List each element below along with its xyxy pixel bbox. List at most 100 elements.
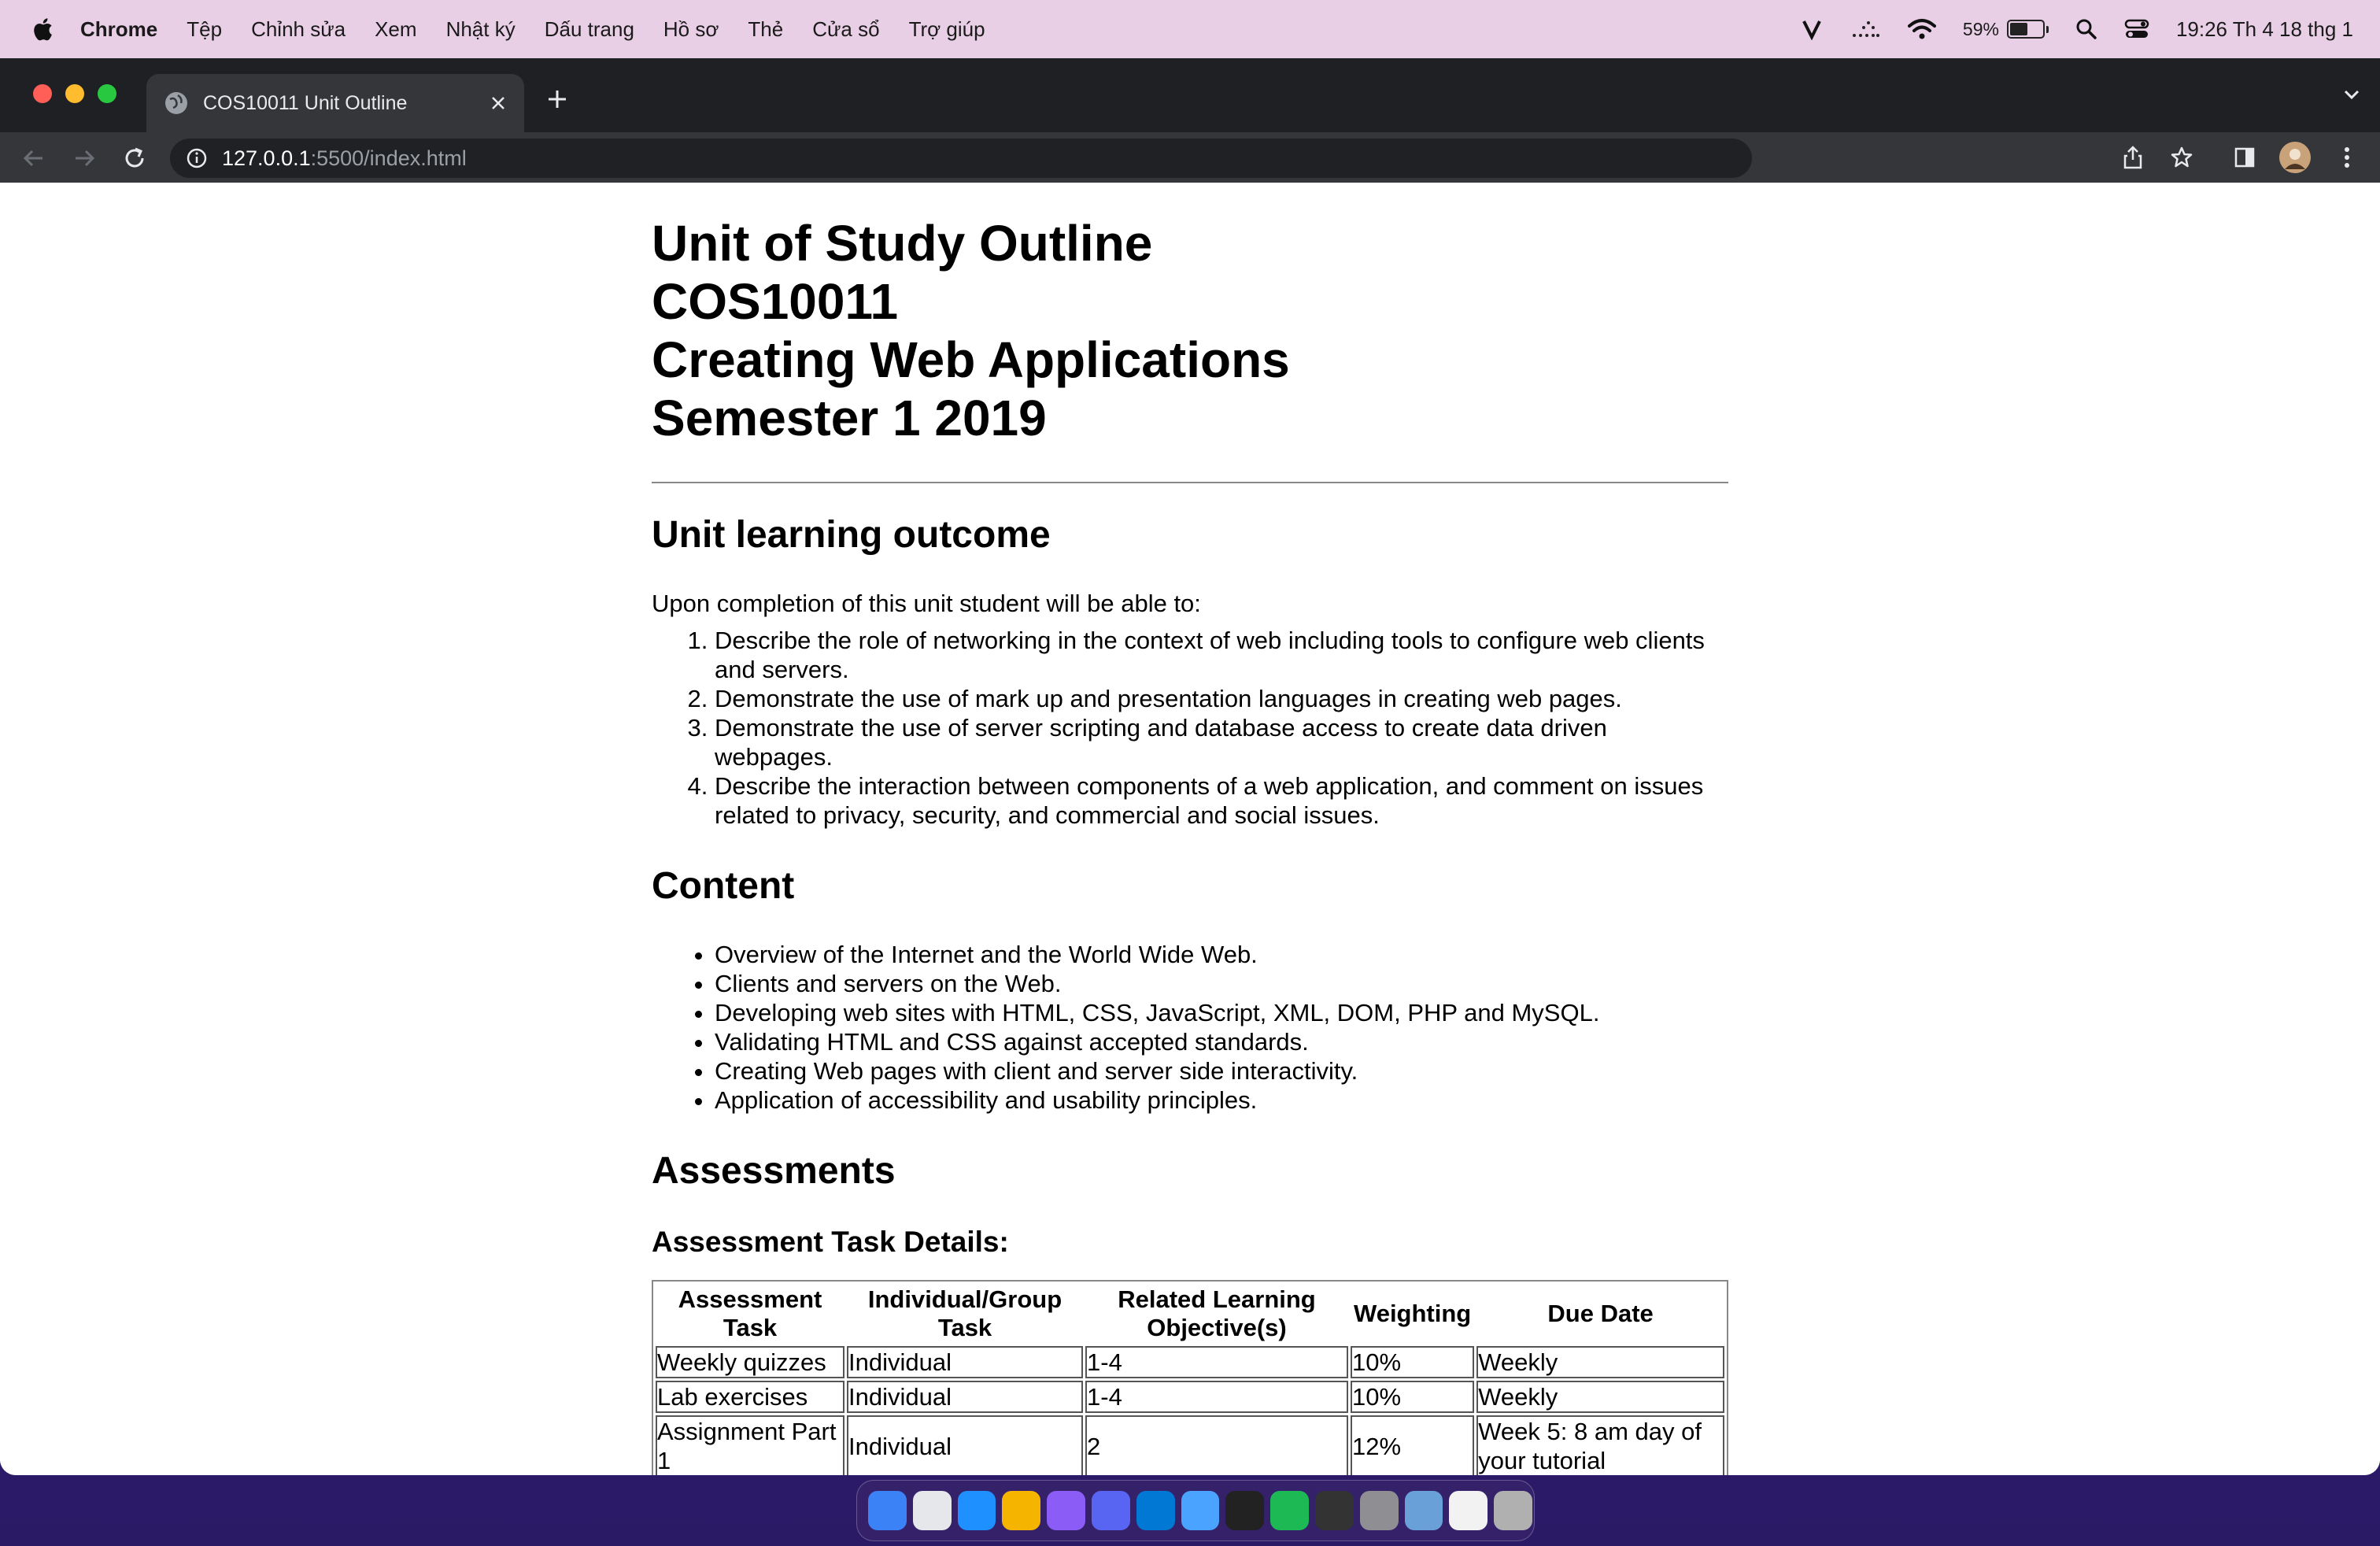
spotify-icon[interactable] — [1270, 1491, 1309, 1530]
close-window-button[interactable] — [33, 84, 52, 103]
menu-clock[interactable]: 19:26 Th 4 18 thg 1 — [2176, 17, 2353, 42]
control-center-icon[interactable] — [2124, 18, 2149, 40]
address-bar[interactable]: 127.0.0.1:5500/index.html — [170, 139, 1752, 178]
safari-icon[interactable] — [957, 1491, 996, 1530]
preview-icon[interactable] — [1404, 1491, 1443, 1530]
content-list: Overview of the Internet and the World W… — [652, 940, 1728, 1115]
list-item: Overview of the Internet and the World W… — [715, 940, 1728, 969]
page-viewport: Unit of Study Outline COS10011 Creating … — [0, 183, 2380, 1475]
terminal-icon[interactable] — [1225, 1491, 1265, 1530]
menu-bar: Chrome Tệp Chỉnh sửa Xem Nhật ký Dấu tra… — [0, 0, 2380, 58]
table-cell: Week 5: 8 am day of your tutorial — [1476, 1415, 1724, 1475]
header-due-date: Due Date — [1547, 1300, 1654, 1327]
xcode-icon[interactable] — [1181, 1491, 1220, 1530]
list-item: Validating HTML and CSS against accepted… — [715, 1027, 1728, 1056]
messenger-icon[interactable] — [1047, 1491, 1085, 1530]
minimize-window-button[interactable] — [65, 84, 84, 103]
content-heading: Content — [652, 865, 795, 907]
table-cell: 10% — [1351, 1346, 1475, 1378]
header-weighting: Weighting — [1354, 1300, 1472, 1327]
table-row: Lab exercises Individual 1-4 10% Weekly — [656, 1381, 1724, 1413]
reload-button[interactable] — [121, 145, 148, 172]
table-cell: Weekly — [1476, 1346, 1724, 1378]
menu-tab[interactable]: Thẻ — [748, 17, 783, 42]
discord-icon[interactable] — [1091, 1491, 1130, 1530]
profile-avatar[interactable] — [2278, 142, 2312, 173]
list-item: Application of accessibility and usabili… — [715, 1086, 1728, 1115]
launchpad-icon[interactable] — [912, 1491, 952, 1530]
reload-icon — [125, 147, 144, 168]
outcome-heading: Unit learning outcome — [652, 514, 1051, 556]
menu-bookmarks[interactable]: Dấu trang — [545, 17, 634, 42]
browser-toolbar: 127.0.0.1:5500/index.html — [0, 132, 2380, 183]
share-button[interactable] — [2119, 142, 2147, 173]
share-icon — [2123, 146, 2142, 169]
table-cell: 1-4 — [1085, 1346, 1348, 1378]
spotlight-search-icon[interactable] — [2075, 18, 2097, 40]
title-line-3: Creating Web Applications — [652, 331, 1290, 388]
title-line-4: Semester 1 2019 — [652, 390, 1047, 446]
table-cell: Lab exercises — [656, 1381, 844, 1413]
close-tab-icon[interactable] — [486, 91, 510, 115]
trash-icon[interactable] — [1494, 1491, 1532, 1530]
menu-view[interactable]: Xem — [375, 17, 416, 42]
browser-window: COS10011 Unit Outline 127.0.0.1:5500/ind… — [0, 58, 2380, 1475]
zoom-window-button[interactable] — [98, 84, 116, 103]
window-controls — [33, 84, 116, 103]
list-item: Demonstrate the use of mark up and prese… — [715, 684, 1728, 713]
apple-icon[interactable] — [30, 16, 54, 43]
menu-history[interactable]: Nhật ký — [446, 17, 516, 42]
kebab-menu-icon — [2345, 147, 2349, 168]
system-settings-icon[interactable] — [1359, 1491, 1399, 1530]
menu-file[interactable]: Tệp — [187, 17, 222, 42]
table-cell: Individual — [847, 1415, 1083, 1475]
battery-percent: 59% — [1962, 18, 1999, 39]
table-row: Weekly quizzes Individual 1-4 10% Weekly — [656, 1346, 1724, 1378]
vscode-icon[interactable] — [1136, 1491, 1175, 1530]
finder-icon[interactable] — [868, 1491, 907, 1530]
menu-window[interactable]: Cửa sổ — [812, 17, 879, 42]
document-icon[interactable] — [1449, 1491, 1488, 1530]
chrome-menu-button[interactable] — [2333, 142, 2361, 173]
plus-icon — [549, 91, 566, 108]
focus-dots-icon[interactable] — [1850, 18, 1881, 40]
tab-strip: COS10011 Unit Outline — [0, 58, 2380, 132]
header-assessment-task: Assessment Task — [678, 1285, 822, 1341]
table-cell: Assignment Part 1 — [656, 1415, 844, 1475]
menu-app-chrome[interactable]: Chrome — [80, 17, 157, 42]
list-item: Describe the interaction between compone… — [715, 771, 1728, 830]
battery-indicator[interactable]: 59% — [1963, 19, 2049, 40]
site-info-icon[interactable] — [186, 147, 208, 169]
menu-profiles[interactable]: Hồ sơ — [663, 17, 719, 42]
forward-button[interactable] — [71, 145, 98, 172]
tab-search-chevron-icon[interactable] — [2342, 85, 2361, 108]
table-cell: 12% — [1351, 1415, 1475, 1475]
side-panel-button[interactable] — [2230, 142, 2259, 173]
menu-edit[interactable]: Chỉnh sửa — [251, 17, 346, 42]
table-cell: 10% — [1351, 1381, 1475, 1413]
header-individual-group: Individual/Group Task — [867, 1285, 1062, 1341]
table-cell: Weekly quizzes — [656, 1346, 844, 1378]
wifi-icon[interactable] — [1907, 18, 1936, 40]
menu-help[interactable]: Trợ giúp — [909, 17, 985, 42]
table-cell: Weekly — [1476, 1381, 1724, 1413]
table-cell: 2 — [1085, 1415, 1348, 1475]
new-tab-button[interactable] — [541, 83, 573, 115]
activity-monitor-icon[interactable] — [1314, 1491, 1354, 1530]
arrow-right-icon — [76, 150, 95, 167]
vietnamese-input-icon[interactable] — [1801, 18, 1823, 40]
back-button[interactable] — [20, 145, 47, 172]
avatar-icon — [2279, 142, 2311, 173]
list-item: Demonstrate the use of server scripting … — [715, 713, 1728, 771]
tab-active[interactable]: COS10011 Unit Outline — [146, 74, 524, 132]
assessment-table: Assessment Task Individual/Group Task Re… — [652, 1280, 1728, 1475]
list-item: Describe the role of networking in the c… — [715, 626, 1728, 684]
assessments-heading: Assessments — [652, 1150, 896, 1192]
table-header-row: Assessment Task Individual/Group Task Re… — [656, 1284, 1724, 1344]
chrome-icon[interactable] — [1002, 1491, 1041, 1530]
divider — [652, 482, 1728, 483]
outcome-intro: Upon completion of this unit student wil… — [652, 590, 1201, 617]
bookmark-button[interactable] — [2168, 142, 2196, 173]
url-path: :5500/index.html — [310, 146, 467, 170]
table-row: Assignment Part 1 Individual 2 12% Week … — [656, 1415, 1724, 1475]
